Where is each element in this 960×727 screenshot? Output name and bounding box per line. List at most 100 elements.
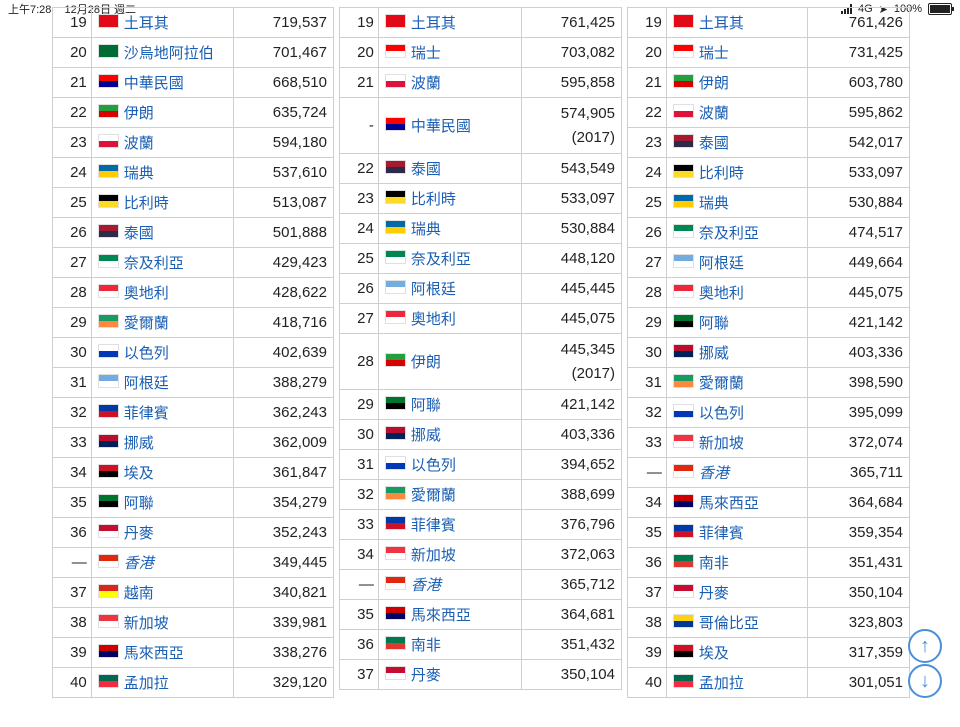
country-name-link[interactable]: 阿聯 [124, 495, 154, 512]
country-cell[interactable]: 伊朗 [377, 333, 523, 390]
country-cell[interactable]: 挪威 [665, 337, 809, 368]
country-name-link[interactable]: 阿聯 [699, 315, 729, 332]
country-cell[interactable]: 泰國 [377, 153, 523, 184]
country-cell[interactable]: 泰國 [90, 217, 234, 248]
country-name-link[interactable]: 波蘭 [411, 75, 441, 92]
country-cell[interactable]: 沙烏地阿拉伯 [90, 37, 234, 68]
country-name-link[interactable]: 泰國 [124, 225, 154, 242]
country-name-link[interactable]: 瑞士 [411, 45, 441, 62]
country-name-link[interactable]: 以色列 [699, 405, 744, 422]
country-cell[interactable]: 波蘭 [90, 127, 234, 158]
country-name-link[interactable]: 中華民國 [411, 118, 471, 135]
country-cell[interactable]: 香港 [665, 457, 809, 488]
country-cell[interactable]: 瑞典 [90, 157, 234, 188]
country-name-link[interactable]: 新加坡 [411, 547, 456, 564]
country-cell[interactable]: 新加坡 [665, 427, 809, 458]
country-name-link[interactable]: 土耳其 [699, 15, 744, 32]
country-name-link[interactable]: 中華民國 [124, 75, 184, 92]
country-name-link[interactable]: 比利時 [411, 191, 456, 208]
country-name-link[interactable]: 瑞典 [699, 195, 729, 212]
country-cell[interactable]: 丹麥 [377, 659, 523, 690]
country-name-link[interactable]: 阿根廷 [699, 255, 744, 272]
country-cell[interactable]: 奧地利 [377, 303, 523, 334]
country-name-link[interactable]: 孟加拉 [699, 675, 744, 692]
country-name-link[interactable]: 波蘭 [699, 105, 729, 122]
country-cell[interactable]: 土耳其 [665, 7, 809, 38]
country-cell[interactable]: 越南 [90, 577, 234, 608]
country-cell[interactable]: 愛爾蘭 [377, 479, 523, 510]
country-name-link[interactable]: 香港 [411, 577, 441, 594]
country-cell[interactable]: 孟加拉 [90, 667, 234, 698]
country-cell[interactable]: 奧地利 [665, 277, 809, 308]
country-name-link[interactable]: 菲律賓 [699, 525, 744, 542]
country-name-link[interactable]: 泰國 [411, 161, 441, 178]
country-name-link[interactable]: 以色列 [411, 457, 456, 474]
country-cell[interactable]: 土耳其 [90, 7, 234, 38]
country-name-link[interactable]: 丹麥 [699, 585, 729, 602]
country-name-link[interactable]: 越南 [124, 585, 154, 602]
country-name-link[interactable]: 奧地利 [699, 285, 744, 302]
country-cell[interactable]: 中華民國 [377, 97, 523, 154]
country-name-link[interactable]: 奧地利 [411, 311, 456, 328]
country-name-link[interactable]: 挪威 [124, 435, 154, 452]
country-cell[interactable]: 中華民國 [90, 67, 234, 98]
country-name-link[interactable]: 哥倫比亞 [699, 615, 759, 632]
country-name-link[interactable]: 阿根廷 [124, 375, 169, 392]
country-cell[interactable]: 新加坡 [377, 539, 523, 570]
country-cell[interactable]: 阿聯 [377, 389, 523, 420]
country-name-link[interactable]: 土耳其 [124, 15, 169, 32]
country-name-link[interactable]: 南非 [411, 637, 441, 654]
country-name-link[interactable]: 菲律賓 [124, 405, 169, 422]
country-name-link[interactable]: 瑞典 [124, 165, 154, 182]
country-name-link[interactable]: 愛爾蘭 [411, 487, 456, 504]
country-cell[interactable]: 馬來西亞 [90, 637, 234, 668]
country-name-link[interactable]: 沙烏地阿拉伯 [124, 45, 214, 62]
country-name-link[interactable]: 瑞士 [699, 45, 729, 62]
country-name-link[interactable]: 比利時 [124, 195, 169, 212]
country-cell[interactable]: 挪威 [377, 419, 523, 450]
country-name-link[interactable]: 阿根廷 [411, 281, 456, 298]
country-cell[interactable]: 奧地利 [90, 277, 234, 308]
country-cell[interactable]: 阿根廷 [90, 367, 234, 398]
country-cell[interactable]: 以色列 [90, 337, 234, 368]
country-cell[interactable]: 比利時 [90, 187, 234, 218]
country-cell[interactable]: 瑞典 [665, 187, 809, 218]
country-name-link[interactable]: 菲律賓 [411, 517, 456, 534]
country-name-link[interactable]: 埃及 [699, 645, 729, 662]
country-name-link[interactable]: 香港 [699, 465, 729, 482]
country-cell[interactable]: 新加坡 [90, 607, 234, 638]
country-cell[interactable]: 哥倫比亞 [665, 607, 809, 638]
country-name-link[interactable]: 馬來西亞 [411, 607, 471, 624]
country-cell[interactable]: 比利時 [665, 157, 809, 188]
country-cell[interactable]: 愛爾蘭 [90, 307, 234, 338]
country-cell[interactable]: 丹麥 [665, 577, 809, 608]
country-cell[interactable]: 土耳其 [377, 7, 523, 38]
country-cell[interactable]: 香港 [377, 569, 523, 600]
country-name-link[interactable]: 伊朗 [411, 354, 441, 371]
country-name-link[interactable]: 丹麥 [411, 667, 441, 684]
country-name-link[interactable]: 波蘭 [124, 135, 154, 152]
country-name-link[interactable]: 南非 [699, 555, 729, 572]
country-cell[interactable]: 菲律賓 [90, 397, 234, 428]
country-cell[interactable]: 菲律賓 [377, 509, 523, 540]
country-cell[interactable]: 菲律賓 [665, 517, 809, 548]
country-cell[interactable]: 泰國 [665, 127, 809, 158]
country-name-link[interactable]: 泰國 [699, 135, 729, 152]
country-name-link[interactable]: 新加坡 [124, 615, 169, 632]
country-cell[interactable]: 丹麥 [90, 517, 234, 548]
country-cell[interactable]: 埃及 [665, 637, 809, 668]
country-cell[interactable]: 南非 [377, 629, 523, 660]
country-name-link[interactable]: 奈及利亞 [124, 255, 184, 272]
country-name-link[interactable]: 阿聯 [411, 397, 441, 414]
country-name-link[interactable]: 馬來西亞 [699, 495, 759, 512]
country-name-link[interactable]: 丹麥 [124, 525, 154, 542]
country-cell[interactable]: 南非 [665, 547, 809, 578]
country-cell[interactable]: 埃及 [90, 457, 234, 488]
country-cell[interactable]: 比利時 [377, 183, 523, 214]
country-cell[interactable]: 奈及利亞 [377, 243, 523, 274]
country-name-link[interactable]: 香港 [124, 555, 154, 572]
country-name-link[interactable]: 瑞典 [411, 221, 441, 238]
country-name-link[interactable]: 奧地利 [124, 285, 169, 302]
country-cell[interactable]: 挪威 [90, 427, 234, 458]
country-cell[interactable]: 以色列 [377, 449, 523, 480]
